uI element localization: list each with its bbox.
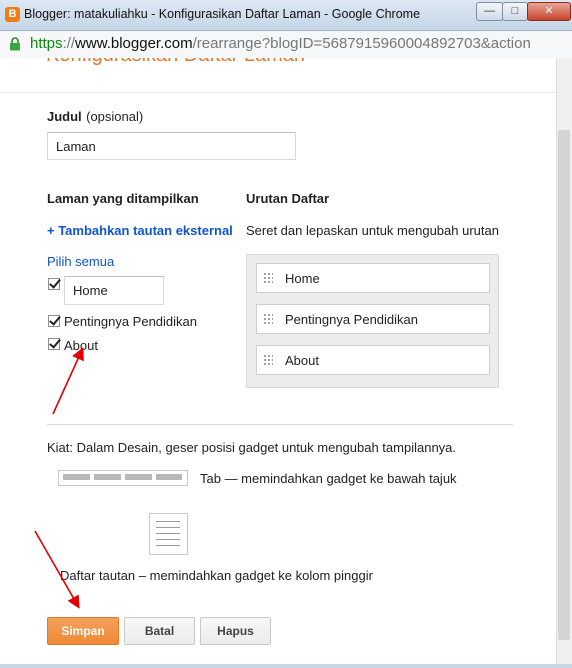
page-checkbox-about[interactable] <box>48 338 60 350</box>
cancel-button[interactable]: Batal <box>124 617 195 645</box>
order-item-label: About <box>285 353 319 368</box>
save-button[interactable]: Simpan <box>47 617 119 645</box>
optional-label: (opsional) <box>86 109 144 124</box>
arrow-to-about <box>52 347 84 415</box>
drag-handle-icon[interactable] <box>263 272 273 284</box>
design-tip: Kiat: Dalam Desain, geser posisi gadget … <box>47 440 457 455</box>
window-title: Blogger: matakuliahku - Konfigurasikan D… <box>24 7 421 21</box>
list-tip: Daftar tautan – memindahkan gadget ke ko… <box>60 568 373 583</box>
scrollbar-thumb[interactable] <box>558 130 570 640</box>
order-item-label: Pentingnya Pendidikan <box>285 312 418 327</box>
maximize-button[interactable]: □ <box>502 2 528 21</box>
page-label-pentingnya: Pentingnya Pendidikan <box>64 314 197 329</box>
delete-button[interactable]: Hapus <box>200 617 271 645</box>
order-heading: Urutan Daftar <box>246 191 330 206</box>
page-checkbox-pentingnya[interactable] <box>48 315 60 327</box>
address-bar[interactable]: https://www.blogger.com/rearrange?blogID… <box>0 31 572 59</box>
page-label-about: About <box>64 338 98 353</box>
tab-layout-thumbnail <box>58 470 188 486</box>
window-title-bar: B Blogger: matakuliahku - Konfigurasikan… <box>0 0 572 31</box>
close-button[interactable]: ✕ <box>527 2 571 21</box>
window-bottom-border <box>0 664 572 668</box>
list-layout-thumbnail <box>149 513 188 555</box>
blogger-icon: B <box>5 7 20 22</box>
url-separator: :// <box>62 35 76 52</box>
page-label-home[interactable]: Home <box>64 276 164 305</box>
minimize-button[interactable]: — <box>476 2 503 21</box>
drag-handle-icon[interactable] <box>263 313 273 325</box>
select-all-link[interactable]: Pilih semua <box>47 254 114 269</box>
shown-pages-heading: Laman yang ditampilkan <box>47 191 199 206</box>
drag-handle-icon[interactable] <box>263 354 273 366</box>
title-input[interactable] <box>47 132 296 160</box>
order-list: Home Pentingnya Pendidikan About <box>246 254 499 388</box>
order-item-home[interactable]: Home <box>256 263 490 293</box>
title-label: Judul <box>47 109 82 124</box>
order-item-pentingnya[interactable]: Pentingnya Pendidikan <box>256 304 490 334</box>
add-external-link[interactable]: + Tambahkan tautan eksternal <box>47 223 233 238</box>
url-path: /rearrange?blogID=5687915960004892703&ac… <box>192 35 531 52</box>
lock-icon <box>10 37 20 51</box>
page-checkbox-home[interactable] <box>48 278 60 290</box>
dialog-title: Konfigurasikan Daftar Laman <box>46 58 305 67</box>
order-item-about[interactable]: About <box>256 345 490 375</box>
tab-tip: Tab — memindahkan gadget ke bawah tajuk <box>200 471 457 486</box>
section-divider <box>47 424 513 425</box>
title-field-label: Judul (opsional) <box>47 108 143 126</box>
url-host: www.blogger.com <box>75 35 193 52</box>
configure-pages-dialog: Konfigurasikan Daftar Laman Judul (opsio… <box>0 58 556 666</box>
order-hint: Seret dan lepaskan untuk mengubah urutan <box>246 223 499 238</box>
divider <box>0 92 556 93</box>
url-text[interactable]: https://www.blogger.com/rearrange?blogID… <box>30 35 531 52</box>
order-item-label: Home <box>285 271 320 286</box>
url-scheme: https <box>30 35 63 52</box>
